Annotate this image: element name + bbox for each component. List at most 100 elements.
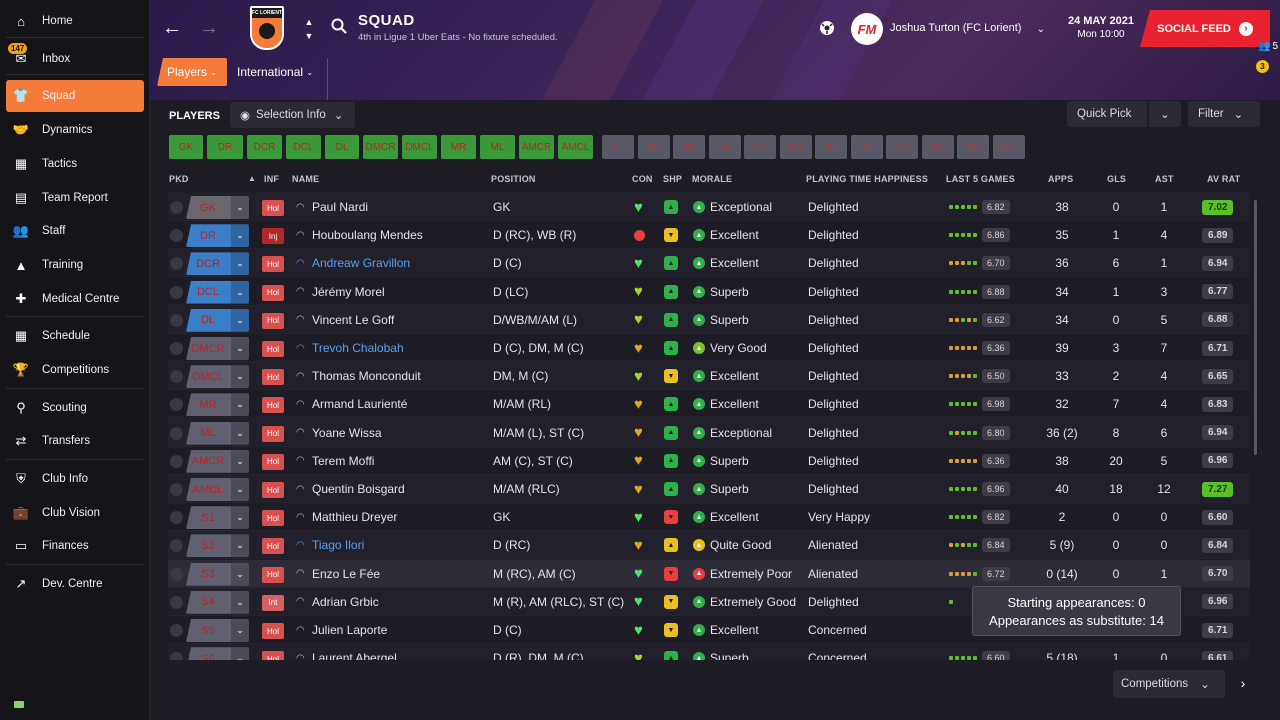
info-badge[interactable]: Inj: [262, 228, 284, 245]
apps-value[interactable]: 5 (18): [1036, 644, 1088, 660]
player-name[interactable]: Adrian Grbic: [312, 588, 379, 616]
player-name[interactable]: Enzo Le Fée: [312, 560, 380, 588]
select-radio-icon[interactable]: [170, 229, 183, 243]
apps-value[interactable]: 2: [1036, 503, 1088, 531]
select-radio-icon[interactable]: [170, 567, 183, 581]
select-radio-icon[interactable]: [170, 595, 183, 609]
apps-value[interactable]: 34: [1036, 306, 1088, 334]
table-row[interactable]: DMCR ⌄ Hol ◠ Trevoh Chalobah D (C), DM, M (C)…: [168, 334, 1250, 362]
info-badge[interactable]: Hol: [262, 200, 284, 216]
chevron-right-icon[interactable]: ›: [1236, 674, 1250, 692]
select-radio-icon[interactable]: [170, 342, 183, 355]
info-badge[interactable]: Hol: [262, 453, 284, 470]
table-row[interactable]: GK ⌄ Hol ◠ Paul Nardi GK ♥ ▲ ▲ Exceptional Delight…: [168, 193, 1250, 221]
info-badge[interactable]: Hol: [262, 397, 284, 414]
info-badge[interactable]: Hol: [262, 312, 284, 329]
info-badge[interactable]: Hol: [262, 341, 284, 357]
picked-position-dropdown[interactable]: S3 ⌄: [186, 562, 249, 586]
table-row[interactable]: DCL ⌄ Hol ◠ Jérémy Morel D (LC) ♥ ▲ ▲ Superb Delig…: [168, 278, 1250, 306]
apps-value[interactable]: 36: [1036, 249, 1088, 277]
picked-position-dropdown[interactable]: S6 ⌄: [186, 647, 249, 660]
apps-value[interactable]: 38: [1036, 193, 1088, 221]
player-name[interactable]: Julien Laporte: [312, 616, 387, 644]
table-row[interactable]: S6 ⌄ Hol ◠ Laurent Abergel D (R), DM, M (C) ♥ ▲…: [168, 644, 1250, 660]
table-row[interactable]: MR ⌄ Hol ◠ Armand Laurienté M/AM (RL) ♥ ▲ ▲ Excel…: [168, 390, 1250, 419]
picked-position-dropdown[interactable]: DCL ⌄: [186, 280, 249, 304]
table-row[interactable]: S2 ⌄ Hol ◠ Tiago Ilori D (RC) ♥ ▲ ▲ Quite Good Ali…: [168, 531, 1250, 560]
scrollbar[interactable]: [1254, 200, 1257, 455]
picked-position-dropdown[interactable]: S5 ⌄: [186, 619, 249, 642]
select-radio-icon[interactable]: [170, 652, 183, 660]
apps-value[interactable]: 32: [1036, 390, 1088, 418]
competitions-dropdown[interactable]: Competitions ⌄: [1113, 670, 1225, 698]
table-row[interactable]: AMCL ⌄ Hol ◠ Quentin Boisgard M/AM (RLC) ♥ ▲ ▲ Su…: [168, 475, 1250, 503]
table-row[interactable]: DL ⌄ Hol ◠ Vincent Le Goff D/WB/M/AM (L) ♥ ▲ ▲ Su…: [168, 305, 1250, 334]
picked-position-dropdown[interactable]: AMCL ⌄: [186, 478, 249, 501]
info-badge[interactable]: Hol: [262, 510, 284, 527]
select-radio-icon[interactable]: [170, 285, 183, 299]
picked-position-dropdown[interactable]: ML ⌄: [186, 421, 249, 445]
apps-value[interactable]: 38: [1036, 447, 1088, 475]
picked-position-dropdown[interactable]: GK ⌄: [186, 196, 249, 219]
table-row[interactable]: DR ⌄ Inj ◠ Houboulang Mendes D (RC), WB (R) ▼ ▲…: [168, 221, 1250, 250]
player-name[interactable]: Quentin Boisgard: [312, 475, 405, 503]
player-name[interactable]: Tiago Ilori: [312, 531, 364, 559]
apps-value[interactable]: 35: [1036, 221, 1088, 249]
info-badge[interactable]: Hol: [262, 623, 284, 639]
player-name[interactable]: Armand Laurienté: [312, 390, 407, 418]
table-row[interactable]: DMCL ⌄ Hol ◠ Thomas Monconduit DM, M (C) ♥ ▼ ▲ Ex…: [168, 362, 1250, 391]
info-badge[interactable]: Hol: [262, 284, 284, 301]
table-row[interactable]: S1 ⌄ Hol ◠ Matthieu Dreyer GK ♥ ▼ ▲ Excellent Very…: [168, 503, 1250, 532]
apps-value[interactable]: 39: [1036, 334, 1088, 362]
table-row[interactable]: S3 ⌄ Hol ◠ Enzo Le Fée M (RC), AM (C) ♥ ▼ ▲ Extre…: [168, 559, 1250, 588]
picked-position-dropdown[interactable]: DCR ⌄: [186, 252, 249, 276]
table-row[interactable]: AMCR ⌄ Hol ◠ Terem Moffi AM (C), ST (C) ♥ ▲ ▲ Sup…: [168, 447, 1250, 475]
select-radio-icon[interactable]: [170, 454, 183, 468]
picked-position-dropdown[interactable]: S2 ⌄: [186, 534, 249, 558]
player-name[interactable]: Houboulang Mendes: [312, 221, 423, 249]
player-name[interactable]: Vincent Le Goff: [312, 306, 394, 334]
select-radio-icon[interactable]: [170, 398, 183, 412]
select-radio-icon[interactable]: [170, 257, 183, 271]
select-radio-icon[interactable]: [170, 370, 183, 384]
player-name[interactable]: Matthieu Dreyer: [312, 503, 397, 531]
select-radio-icon[interactable]: [170, 426, 183, 440]
apps-value[interactable]: 40: [1036, 475, 1088, 503]
player-name[interactable]: Yoane Wissa: [312, 419, 382, 447]
table-row[interactable]: DCR ⌄ Hol ◠ Andreaw Gravillon D (C) ♥ ▲ ▲ Excelle…: [168, 249, 1250, 278]
select-radio-icon[interactable]: [170, 539, 183, 553]
picked-position-dropdown[interactable]: S1 ⌄: [186, 506, 249, 530]
apps-value[interactable]: 36 (2): [1036, 419, 1088, 447]
player-name[interactable]: Andreaw Gravillon: [312, 249, 410, 277]
apps-value[interactable]: 33: [1036, 362, 1088, 390]
select-radio-icon[interactable]: [170, 511, 183, 525]
player-name[interactable]: Trevoh Chalobah: [312, 334, 404, 362]
info-badge[interactable]: Hol: [262, 369, 284, 386]
info-badge[interactable]: Int: [262, 594, 284, 611]
picked-position-dropdown[interactable]: AMCR ⌄: [186, 449, 249, 473]
select-radio-icon[interactable]: [170, 313, 183, 327]
info-badge[interactable]: Hol: [262, 651, 284, 660]
picked-position-dropdown[interactable]: MR ⌄: [186, 393, 249, 417]
table-row[interactable]: ML ⌄ Hol ◠ Yoane Wissa M/AM (L), ST (C) ♥ ▲ ▲ Exc…: [168, 418, 1250, 447]
info-badge[interactable]: Hol: [262, 482, 284, 498]
info-badge[interactable]: Hol: [262, 425, 284, 442]
info-badge[interactable]: Hol: [262, 256, 284, 273]
picked-position-dropdown[interactable]: DR ⌄: [186, 224, 249, 248]
apps-value[interactable]: 0 (14): [1036, 560, 1088, 588]
picked-position-dropdown[interactable]: S4 ⌄: [186, 590, 249, 614]
select-radio-icon[interactable]: [170, 624, 183, 637]
player-name[interactable]: Terem Moffi: [312, 447, 374, 475]
picked-position-dropdown[interactable]: DMCL ⌄: [186, 365, 249, 389]
player-name[interactable]: Laurent Abergel: [312, 644, 397, 660]
select-radio-icon[interactable]: [170, 483, 183, 496]
picked-position-dropdown[interactable]: DMCR ⌄: [186, 337, 249, 360]
apps-value[interactable]: 34: [1036, 278, 1088, 306]
apps-value[interactable]: 5 (9): [1036, 531, 1088, 559]
player-name[interactable]: Thomas Monconduit: [312, 362, 421, 390]
info-badge[interactable]: Hol: [262, 566, 284, 583]
info-badge[interactable]: Hol: [262, 538, 284, 555]
select-radio-icon[interactable]: [170, 201, 183, 214]
player-name[interactable]: Paul Nardi: [312, 193, 368, 221]
player-name[interactable]: Jérémy Morel: [312, 278, 385, 306]
